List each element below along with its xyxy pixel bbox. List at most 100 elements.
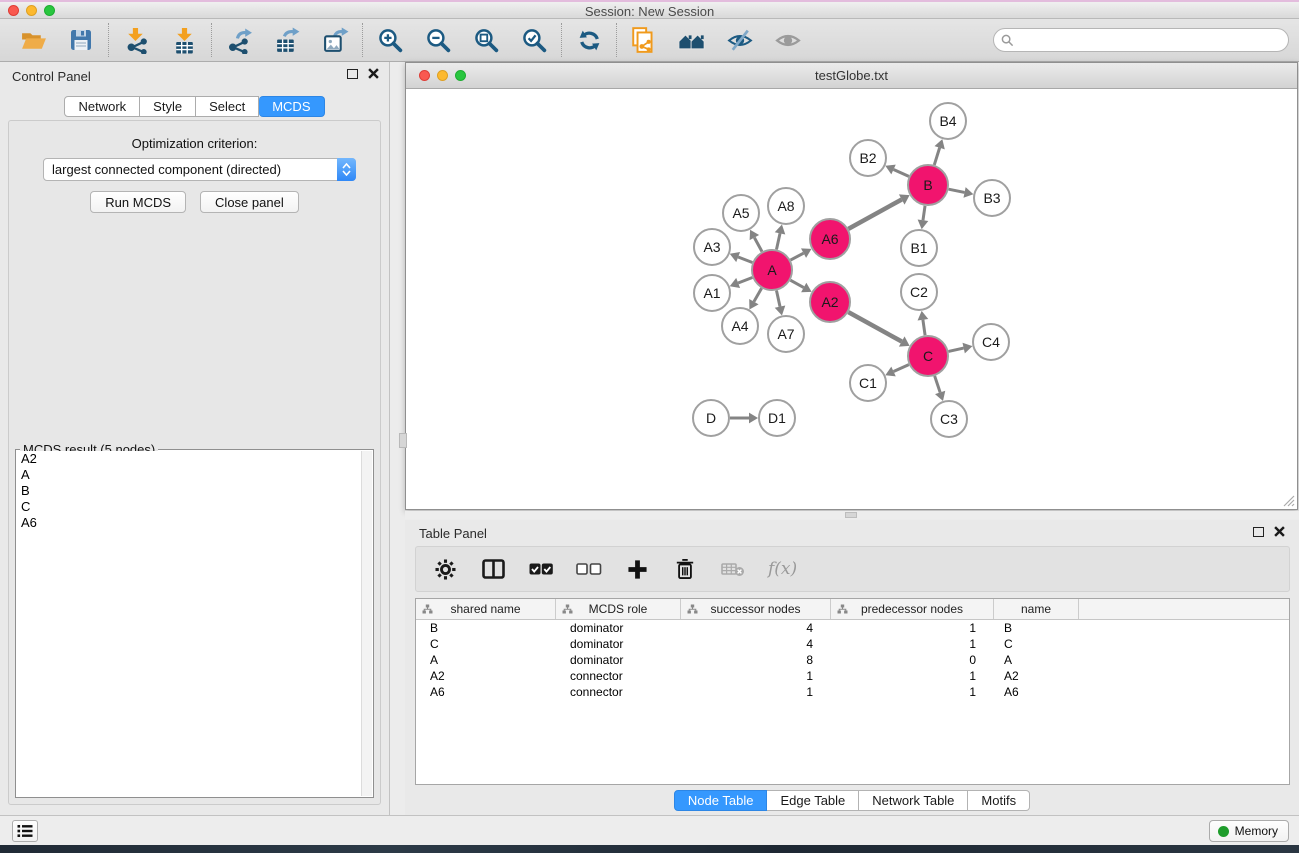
memory-button[interactable]: Memory [1209, 820, 1289, 842]
zoom-out-button[interactable] [424, 26, 452, 54]
window-titlebar[interactable]: Session: New Session [0, 0, 1299, 19]
table-cell: 4 [681, 620, 831, 636]
mcds-list-scrollbar[interactable] [361, 451, 372, 796]
import-table-button[interactable] [170, 26, 198, 54]
node-table-body: Bdominator41BCdominator41CAdominator80AA… [416, 620, 1289, 700]
edge-arrowhead-icon [775, 305, 786, 315]
task-history-button[interactable] [12, 820, 38, 842]
run-mcds-button[interactable]: Run MCDS [90, 191, 186, 213]
deselect-all-button[interactable] [576, 556, 602, 582]
mcds-result-item[interactable]: A6 [17, 515, 361, 531]
table-cell: 8 [681, 652, 831, 668]
network-edge[interactable] [934, 148, 939, 165]
column-header-successor-nodes[interactable]: successor nodes [681, 599, 831, 619]
tab-node-table[interactable]: Node Table [674, 790, 768, 811]
tab-network[interactable]: Network [64, 96, 140, 117]
table-cell: connector [556, 668, 681, 684]
resize-grip-icon[interactable] [1281, 493, 1295, 507]
delete-table-button[interactable] [720, 556, 746, 582]
tab-select[interactable]: Select [196, 96, 259, 117]
horizontal-divider-thumb[interactable] [845, 512, 857, 518]
tab-edge-table[interactable]: Edge Table [767, 790, 859, 811]
zoom-selected-button[interactable] [520, 26, 548, 54]
unchecked-boxes-icon [576, 563, 602, 575]
first-neighbors-button[interactable] [678, 26, 706, 54]
tab-style[interactable]: Style [140, 96, 196, 117]
network-edge[interactable] [754, 288, 762, 301]
node-table-header: shared name MCDS role successor nodesprede… [416, 599, 1289, 620]
export-image-button[interactable] [321, 26, 349, 54]
import-network-button[interactable] [122, 26, 150, 54]
network-edge[interactable] [754, 238, 762, 252]
node-label: A5 [732, 205, 749, 221]
column-header-name[interactable]: name [994, 599, 1079, 619]
close-panel-button[interactable]: Close panel [200, 191, 299, 213]
save-session-button[interactable] [67, 26, 95, 54]
network-edge[interactable] [738, 257, 752, 262]
vertical-divider-thumb[interactable] [399, 433, 407, 448]
function-builder-button[interactable]: f(x) [768, 556, 797, 582]
network-edge[interactable] [949, 189, 965, 192]
network-edge[interactable] [848, 312, 901, 341]
table-cell: 1 [831, 636, 994, 652]
network-edge[interactable] [848, 199, 901, 228]
network-edge[interactable] [791, 253, 804, 260]
network-edge[interactable] [923, 206, 925, 220]
table-row[interactable]: A6connector11A6 [416, 684, 1289, 700]
tab-mcds[interactable]: MCDS [259, 96, 324, 117]
hide-selected-button[interactable] [726, 26, 754, 54]
network-edge[interactable] [776, 233, 780, 249]
mcds-result-item[interactable]: B [17, 483, 361, 499]
network-edge[interactable] [894, 169, 909, 176]
hierarchy-icon [422, 604, 433, 614]
delete-column-button[interactable] [672, 556, 698, 582]
network-edge[interactable] [776, 291, 780, 307]
node-label: A7 [777, 326, 794, 342]
table-row[interactable]: A2connector11A2 [416, 668, 1289, 684]
search-box[interactable] [993, 28, 1289, 52]
table-row[interactable]: Cdominator41C [416, 636, 1289, 652]
column-header-label: MCDS role [589, 602, 648, 616]
float-panel-icon[interactable] [347, 69, 358, 79]
network-edge[interactable] [790, 280, 803, 287]
zoom-in-button[interactable] [376, 26, 404, 54]
tab-motifs[interactable]: Motifs [968, 790, 1030, 811]
network-canvas[interactable]: B4B2BB3A8A5A6A3B1AA1C2A2A4A7C4CC1C3DD1 [407, 90, 1296, 509]
tab-network-table[interactable]: Network Table [859, 790, 968, 811]
table-cell: A2 [416, 668, 556, 684]
close-panel-icon[interactable] [368, 68, 379, 79]
criterion-dropdown[interactable]: largest connected component (directed) [43, 158, 356, 181]
mcds-result-list[interactable]: A2ABCA6 [17, 451, 361, 796]
table-row[interactable]: Bdominator41B [416, 620, 1289, 636]
network-edge[interactable] [738, 278, 752, 283]
show-all-button[interactable] [774, 26, 802, 54]
show-column-button[interactable] [480, 556, 506, 582]
node-label: B1 [910, 240, 927, 256]
export-network-button[interactable] [225, 26, 253, 54]
table-column-icon [482, 559, 505, 579]
refresh-button[interactable] [575, 26, 603, 54]
network-edge[interactable] [923, 320, 925, 335]
network-edge[interactable] [948, 348, 963, 351]
table-settings-button[interactable] [432, 556, 458, 582]
network-edge[interactable] [894, 365, 909, 372]
zoom-fit-button[interactable] [472, 26, 500, 54]
create-column-button[interactable] [624, 556, 650, 582]
network-edge[interactable] [935, 376, 941, 393]
close-table-panel-icon[interactable] [1274, 526, 1285, 537]
mcds-result-item[interactable]: A [17, 467, 361, 483]
column-header-predecessor-nodes[interactable]: predecessor nodes [831, 599, 994, 619]
search-input[interactable] [1018, 31, 1288, 49]
network-window-titlebar[interactable]: testGlobe.txt [406, 63, 1297, 89]
open-file-button[interactable] [19, 26, 47, 54]
table-row[interactable]: Adominator80A [416, 652, 1289, 668]
select-all-button[interactable] [528, 556, 554, 582]
mcds-result-item[interactable]: A2 [17, 451, 361, 467]
mcds-result-item[interactable]: C [17, 499, 361, 515]
column-header-MCDS-role[interactable]: MCDS role [556, 599, 681, 619]
export-table-button[interactable] [273, 26, 301, 54]
float-table-panel-icon[interactable] [1253, 527, 1264, 537]
edge-arrowhead-icon [918, 311, 929, 321]
new-network-from-selection-button[interactable] [630, 26, 658, 54]
column-header-shared-name[interactable]: shared name [416, 599, 556, 619]
